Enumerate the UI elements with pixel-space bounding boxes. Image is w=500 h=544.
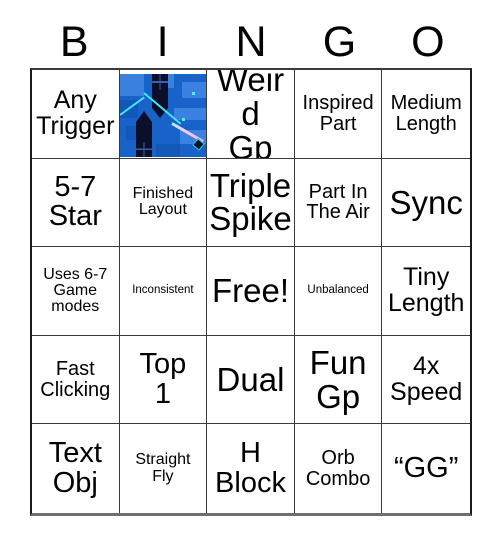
- bingo-cell-label: Fast Clicking: [40, 358, 111, 401]
- bingo-cell-r2c4[interactable]: Part In The Air: [294, 158, 383, 248]
- bingo-cell-r5c4[interactable]: Orb Combo: [294, 424, 383, 513]
- bingo-cell-label: 4x Speed: [390, 352, 463, 406]
- geometry-dash-level-thumbnail: [119, 74, 207, 157]
- bingo-cell-r1c3[interactable]: Weird Gp: [207, 70, 295, 159]
- bingo-cell-label: Orb Combo: [305, 447, 371, 490]
- bingo-cell-r3c4[interactable]: Unbalanced: [294, 247, 383, 336]
- bingo-cell-label: Weird Gp: [216, 70, 285, 159]
- bingo-cell-label: Text Obj: [48, 437, 102, 499]
- bingo-cell-free-space[interactable]: Free!: [207, 247, 295, 336]
- bingo-cell-r2c2[interactable]: Finished Layout: [119, 158, 208, 248]
- bingo-cell-label: 5-7 Star: [48, 170, 102, 233]
- bingo-cell-label: Uses 6-7 Game modes: [43, 265, 108, 316]
- bingo-cell-label: “GG”: [393, 451, 459, 484]
- bingo-cell-r3c2[interactable]: Inconsistent: [119, 247, 208, 336]
- bingo-header-letter-i: I: [156, 17, 169, 66]
- bingo-cell-label: Triple Spike: [209, 166, 292, 238]
- bingo-cell-r2c5[interactable]: Sync: [382, 158, 470, 248]
- bingo-cell-r2c3[interactable]: Triple Spike: [207, 158, 295, 248]
- bingo-card: B I N G O Any Trigger Weird Gp Inspired …: [0, 0, 500, 544]
- bingo-cell-r5c5[interactable]: “GG”: [382, 424, 470, 513]
- bingo-cell-label: Tiny Length: [387, 263, 465, 317]
- bingo-cell-label: Straight Fly: [135, 451, 191, 485]
- bingo-cell-r3c1[interactable]: Uses 6-7 Game modes: [32, 247, 120, 336]
- particle-dot: [191, 92, 195, 95]
- bingo-cell-label: Unbalanced: [307, 284, 369, 297]
- bingo-cell-r1c1[interactable]: Any Trigger: [32, 70, 120, 159]
- bingo-cell-r4c2[interactable]: Top 1: [119, 335, 208, 425]
- bingo-cell-label: Part In The Air: [306, 181, 370, 224]
- bingo-cell-label: Inconsistent: [132, 284, 194, 297]
- bingo-cell-r5c3[interactable]: H Block: [207, 424, 295, 513]
- bingo-header-letter-o: O: [411, 17, 445, 66]
- bingo-grid: Any Trigger Weird Gp Inspired Part Mediu…: [30, 68, 472, 516]
- bingo-cell-r1c4[interactable]: Inspired Part: [294, 70, 383, 159]
- bingo-cell-r2c1[interactable]: 5-7 Star: [32, 158, 120, 248]
- bingo-cell-r1c5[interactable]: Medium Length: [382, 70, 470, 159]
- bingo-cell-label: Dual: [216, 360, 285, 398]
- bingo-cell-r5c2[interactable]: Straight Fly: [119, 424, 208, 513]
- bingo-header-letter-b: B: [59, 17, 89, 66]
- bingo-cell-r4c5[interactable]: 4x Speed: [382, 335, 470, 425]
- bingo-cell-label: Finished Layout: [132, 185, 194, 219]
- bingo-cell-r4c3[interactable]: Dual: [207, 335, 295, 425]
- bingo-cell-r1c2[interactable]: [119, 70, 208, 159]
- bingo-header-letter-g: G: [322, 17, 357, 66]
- bingo-cell-r4c4[interactable]: Fun Gp: [294, 335, 383, 425]
- bingo-cell-label: Top 1: [139, 348, 187, 410]
- bingo-header-row: B I N G O: [30, 17, 472, 67]
- bingo-cell-label: Any Trigger: [36, 86, 115, 140]
- bingo-header-letter-n: N: [235, 17, 267, 66]
- bingo-cell-label: Inspired Part: [302, 92, 374, 135]
- bingo-cell-label: Fun Gp: [309, 343, 367, 415]
- bingo-cell-label: Medium Length: [390, 92, 462, 135]
- free-space-label: Free!: [211, 272, 289, 310]
- bingo-cell-label: Sync: [389, 183, 463, 221]
- bingo-cell-r3c5[interactable]: Tiny Length: [382, 247, 470, 336]
- bingo-cell-r4c1[interactable]: Fast Clicking: [32, 335, 120, 425]
- particle-dot: [181, 118, 185, 121]
- bingo-cell-label: H Block: [215, 437, 286, 499]
- bingo-cell-r5c1[interactable]: Text Obj: [32, 424, 120, 513]
